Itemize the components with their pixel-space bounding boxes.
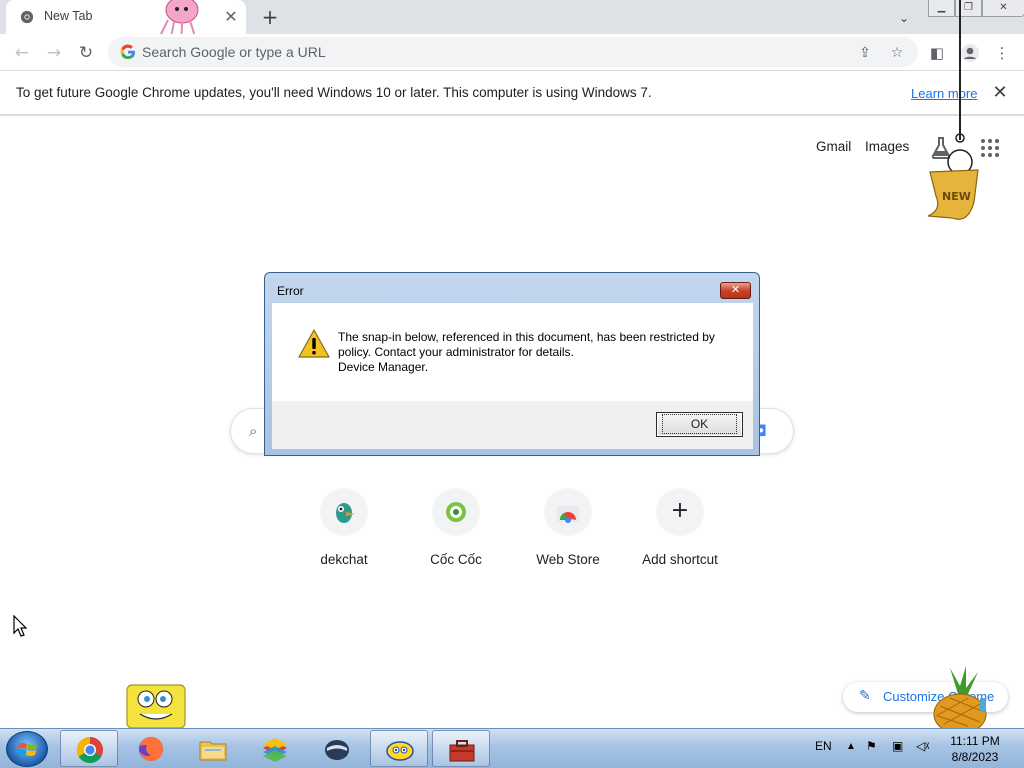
dialog-close-button[interactable]: ✕ [720, 282, 751, 299]
window-close-button[interactable]: ✕ [982, 0, 1024, 17]
shortcut-label: Web Store [536, 552, 600, 567]
dialog-message-line: Device Manager. [338, 360, 429, 374]
update-infobar: To get future Google Chrome updates, you… [0, 71, 1024, 116]
plus-icon: + [670, 498, 690, 523]
new-badge-text: NEW [942, 190, 971, 203]
windows-logo-icon [18, 743, 37, 756]
start-button[interactable] [6, 731, 48, 767]
shortcut-tile[interactable]: Web Store [512, 488, 624, 578]
dekchat-icon [336, 503, 355, 523]
forward-button[interactable]: → [41, 40, 67, 66]
chrome-icon [20, 10, 34, 24]
yahoo-messenger-icon [386, 741, 414, 761]
shortcut-tile[interactable]: dekchat [288, 488, 400, 578]
images-link[interactable]: Images [865, 139, 909, 154]
dialog-message-line: The snap-in below, referenced in this do… [338, 330, 715, 344]
bookmark-star-icon[interactable]: ☆ [887, 43, 907, 63]
back-button[interactable]: ← [9, 40, 35, 66]
learn-more-link[interactable]: Learn more [911, 86, 977, 101]
firefox-icon [139, 737, 163, 761]
add-shortcut-tile[interactable]: + Add shortcut [624, 488, 736, 578]
clock-time: 11:11 PM [950, 734, 1000, 748]
shortcut-label: Cốc Cốc [430, 552, 482, 567]
google-g-icon [120, 44, 135, 60]
omnibox-input[interactable] [142, 41, 822, 63]
shortcut-label: dekchat [320, 552, 368, 567]
ok-button[interactable]: OK [656, 412, 743, 437]
gmail-link[interactable]: Gmail [816, 139, 851, 154]
dialog-message-line: policy. Contact your administrator for d… [338, 345, 574, 359]
webstore-icon [557, 506, 579, 523]
action-center-flag-icon[interactable]: ⚑ [866, 739, 877, 753]
taskbar-explorer[interactable] [184, 730, 242, 767]
file-explorer-icon [199, 741, 227, 761]
toolbox-icon [449, 740, 475, 762]
taskbar-firefox[interactable] [122, 730, 180, 767]
dialog-title: Error [277, 284, 304, 298]
coccoc-icon [446, 502, 466, 522]
shortcut-tile[interactable]: Cốc Cốc [400, 488, 512, 578]
tab-strip: New Tab ✕ + ⌄ ▁ ❐ ✕ [0, 0, 1024, 49]
share-icon[interactable]: ⇪ [855, 43, 875, 63]
tab-title: New Tab [44, 9, 93, 23]
side-panel-icon[interactable]: ◧ [926, 42, 948, 64]
warning-icon [298, 329, 330, 358]
bluestacks-icon [263, 738, 287, 762]
pencil-icon: ✎ [859, 688, 871, 704]
infobar-close-icon[interactable]: ✕ [990, 83, 1010, 103]
shortcut-icon-bg [320, 488, 368, 536]
pineapple-sticker [933, 666, 987, 728]
taskbar-chrome[interactable] [60, 730, 118, 767]
system-clock[interactable]: 11:11 PM 8/8/2023 [940, 733, 1010, 765]
infobar-message: To get future Google Chrome updates, you… [16, 85, 652, 100]
browser-toolbar: ← → ↻ ⇪ ☆ ◧ ⋮ [0, 34, 1024, 71]
mouse-cursor-icon [13, 615, 28, 637]
tab-new-tab[interactable]: New Tab ✕ [6, 0, 246, 34]
taskbar-vpn[interactable] [308, 730, 366, 767]
dialog-body: The snap-in below, referenced in this do… [272, 303, 753, 401]
omnibox[interactable]: ⇪ ☆ [108, 37, 918, 67]
vpn-helmet-icon [325, 740, 349, 760]
windows-taskbar: EN ▲ ⚑ ▣ ◁ᵡ 11:11 PM 8/8/2023 [0, 728, 1024, 768]
profile-avatar-icon[interactable] [959, 42, 981, 64]
minimize-button[interactable]: ▁ [928, 0, 955, 17]
new-badge-sticker: NEW [927, 133, 979, 220]
dialog-footer: OK [272, 401, 753, 449]
language-indicator[interactable]: EN [815, 739, 832, 753]
taskbar-bluestacks[interactable] [246, 730, 304, 767]
error-dialog: Error ✕ The snap-in below, referenced in… [264, 272, 760, 456]
clock-date: 8/8/2023 [951, 750, 999, 764]
google-apps-icon[interactable] [980, 138, 1000, 158]
new-tab-button[interactable]: + [258, 6, 282, 30]
taskbar-toolbox[interactable] [432, 730, 490, 767]
chrome-menu-icon[interactable]: ⋮ [991, 42, 1013, 64]
sticker-string [959, 0, 961, 140]
tab-close-icon[interactable]: ✕ [222, 8, 240, 26]
show-hidden-icons[interactable]: ▲ [846, 741, 856, 752]
volume-muted-icon[interactable]: ◁ᵡ [916, 739, 929, 753]
shortcut-icon-bg: + [656, 488, 704, 536]
shortcut-icon-bg [432, 488, 480, 536]
shortcut-icon-bg [544, 488, 592, 536]
ntp-search-icon: ⌕ [249, 422, 258, 440]
network-icon[interactable]: ▣ [892, 739, 903, 753]
ok-label: OK [661, 414, 738, 434]
window-controls: ▁ ❐ ✕ [928, 0, 1024, 18]
reload-button[interactable]: ↻ [73, 40, 99, 66]
dialog-message: The snap-in below, referenced in this do… [338, 330, 738, 375]
shortcut-label: Add shortcut [642, 552, 718, 567]
taskbar-messenger[interactable] [370, 730, 428, 767]
spongebob-sticker [126, 684, 186, 728]
chrome-icon [76, 736, 103, 764]
tab-search-icon[interactable]: ⌄ [894, 8, 914, 28]
